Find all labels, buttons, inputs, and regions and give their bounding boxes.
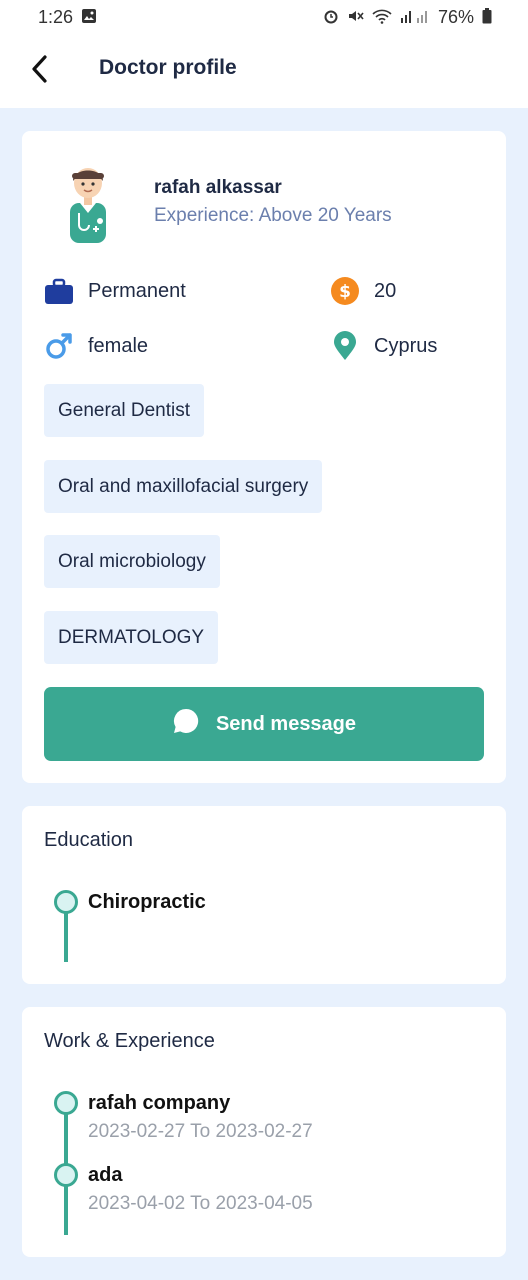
rate-text: 20 [374,279,397,302]
wifi-icon [372,8,392,27]
doctor-avatar [60,159,116,245]
work-experience-title: Work & Experience [44,1030,215,1052]
gender-text: female [88,334,149,357]
send-message-label: Send message [215,712,357,735]
location-pin-icon [330,331,360,361]
location-text: Cyprus [374,334,438,357]
timeline-dot [54,1091,78,1115]
svg-text:$: $ [339,282,351,302]
page-title: Doctor profile [99,56,237,79]
alarm-icon [323,8,339,27]
work-item-title: rafah company [88,1092,231,1114]
app-bar: Doctor profile [0,34,528,108]
work-item-dates: 2023-04-02 To 2023-04-05 [88,1193,313,1214]
timeline-line [64,906,68,962]
employment-type-text: Permanent [88,279,186,302]
specialty-chip: Oral and maxillofacial surgery [44,460,323,513]
work-item-title: ada [88,1164,123,1186]
education-item-title: Chiropractic [88,891,206,913]
send-message-button[interactable]: Send message [44,687,484,761]
gender: female [44,330,148,362]
doctor-experience: Experience: Above 20 Years [154,205,392,226]
mute-icon [347,8,364,27]
profile-card: rafah alkassar Experience: Above 20 Year… [22,131,506,783]
specialty-chip: DERMATOLOGY [44,611,219,664]
battery-icon [482,7,492,27]
education-title: Education [44,829,133,851]
status-bar: 1:26 76% [0,0,528,34]
dollar-coin-icon: $ [330,276,360,306]
signal-icon [400,8,430,27]
doctor-name: rafah alkassar [154,177,282,198]
education-card: Education Chiropractic [22,806,506,984]
battery-percent: 76% [437,6,474,27]
specialty-chip: General Dentist [44,384,205,437]
work-item-dates: 2023-02-27 To 2023-02-27 [88,1121,313,1142]
rate: $ 20 [330,275,396,307]
back-button[interactable] [24,51,56,91]
chat-bubble-icon [172,707,200,741]
work-experience-card: Work & Experience rafah company 2023-02-… [22,1007,506,1257]
specialty-chip: Oral microbiology [44,535,220,588]
male-gender-icon [44,331,74,361]
briefcase-icon [44,276,74,306]
back-arrow-icon [30,54,50,89]
employment-type: Permanent [44,275,186,307]
status-time: 1:26 [38,6,74,27]
timeline-dot [54,1163,78,1187]
timeline-dot [54,890,78,914]
gallery-icon [81,8,97,27]
location: Cyprus [330,330,437,362]
